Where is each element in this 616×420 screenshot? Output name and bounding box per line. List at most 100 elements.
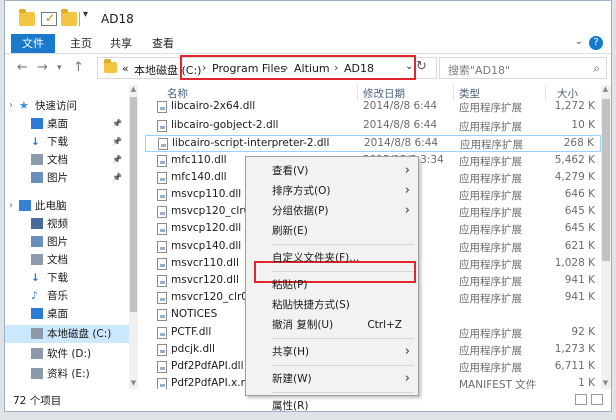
- pin-icon[interactable]: 📌: [112, 115, 122, 133]
- pin-icon[interactable]: 📌: [112, 169, 122, 187]
- file-icon: [157, 206, 167, 219]
- document-icon: [31, 154, 43, 165]
- sidebar-item-music[interactable]: ♪ 音乐: [5, 287, 129, 305]
- menu-item-7[interactable]: 粘贴(P): [248, 275, 416, 295]
- tab-share[interactable]: 共享: [101, 34, 141, 53]
- file-type: 应用程序扩展: [459, 172, 522, 185]
- menu-item-1[interactable]: 排序方式(O) ›: [248, 181, 416, 201]
- tab-home[interactable]: 主页: [61, 34, 101, 53]
- tab-file[interactable]: 文件: [11, 34, 55, 53]
- menu-item-2[interactable]: 分组依据(P) ›: [248, 201, 416, 221]
- tab-view[interactable]: 查看: [143, 34, 183, 53]
- sidebar-item-desktop[interactable]: 桌面 📌: [5, 115, 129, 133]
- sidebar-item-label: 下载: [47, 272, 68, 284]
- address-bar[interactable]: « 本地磁盘 (C:) › Program Files › Altium › A…: [97, 55, 437, 80]
- sidebar-item-picture[interactable]: 图片: [5, 233, 129, 251]
- menu-item-15[interactable]: 属性(R): [248, 396, 416, 411]
- expand-chevron-icon[interactable]: ›: [9, 97, 13, 115]
- sidebar-item-computer[interactable]: › 此电脑: [5, 197, 129, 215]
- sidebar-item-video[interactable]: 视频: [5, 215, 129, 233]
- sidebar-item-star[interactable]: › ★ 快速访问: [5, 97, 129, 115]
- menu-item-0[interactable]: 查看(V) ›: [248, 161, 416, 181]
- file-row[interactable]: libcairo-gobject-2.dll 2014/8/8 6:44 应用程序扩…: [145, 118, 601, 135]
- menu-separator: [272, 338, 414, 339]
- pin-icon[interactable]: 📌: [112, 151, 122, 169]
- scrollbar-thumb[interactable]: [602, 99, 610, 261]
- search-placeholder: 搜索"AD18": [448, 64, 511, 77]
- file-type: 应用程序扩展: [459, 258, 522, 271]
- menu-separator: [272, 365, 414, 366]
- file-name: mfc140.dll: [171, 170, 227, 183]
- file-type: 应用程序扩展: [459, 327, 522, 340]
- address-overflow[interactable]: «: [122, 62, 129, 75]
- menu-item-5[interactable]: 自定义文件夹(F)...: [248, 248, 416, 268]
- menu-item-label: 查看(V): [272, 165, 309, 177]
- forward-arrow-icon[interactable]: →: [37, 60, 48, 75]
- file-name: msvcp140.dll: [171, 239, 242, 252]
- menu-item-11[interactable]: 共享(H) ›: [248, 342, 416, 362]
- file-row[interactable]: libcairo-2x64.dll 2014/8/8 6:44 应用程序扩展 1,27…: [145, 99, 601, 116]
- navigation-bar: ← → ▾ ↑ « 本地磁盘 (C:) › Program Files › Al…: [5, 54, 611, 82]
- submenu-arrow-icon: ›: [404, 203, 410, 218]
- sidebar-item-document[interactable]: 文档: [5, 251, 129, 269]
- scroll-up-icon[interactable]: ▲: [129, 85, 138, 93]
- file-icon: [157, 275, 167, 287]
- search-icon[interactable]: ⌕: [593, 61, 600, 76]
- file-size: 941 K: [564, 274, 595, 286]
- search-box[interactable]: 搜索"AD18" ⌕: [439, 57, 607, 79]
- large-icons-view-icon[interactable]: [591, 394, 603, 405]
- sidebar-item-download[interactable]: ↓ 下载: [5, 269, 129, 287]
- menu-item-9[interactable]: 撤消 复制(U) Ctrl+Z: [248, 315, 416, 335]
- refresh-icon[interactable]: ↻: [416, 59, 427, 74]
- folder-icon: [104, 59, 117, 73]
- scroll-up-icon[interactable]: ▲: [601, 85, 610, 93]
- sidebar-item-label: 快速访问: [35, 100, 77, 112]
- quick-access-dropdown-icon[interactable]: ▾: [83, 9, 88, 20]
- file-size: 268 K: [563, 137, 594, 150]
- file-type: MANIFEST 文件: [459, 379, 537, 389]
- sidebar-item-drive[interactable]: 软件 (D:): [5, 345, 129, 363]
- recent-locations-icon[interactable]: ▾: [57, 63, 62, 73]
- file-size: 1,272 K: [554, 100, 595, 112]
- scroll-down-icon[interactable]: ▼: [601, 379, 610, 387]
- file-size: 4,279 K: [554, 170, 595, 183]
- menu-item-8[interactable]: 粘贴快捷方式(S): [248, 295, 416, 315]
- navigation-scrollbar[interactable]: ▲ ▼: [129, 85, 138, 389]
- menu-item-label: 粘贴快捷方式(S): [272, 299, 350, 311]
- menu-item-label: 粘贴(P): [272, 279, 308, 291]
- new-folder-icon[interactable]: [61, 9, 77, 26]
- sidebar-item-drive[interactable]: 资料 (E:): [5, 365, 129, 383]
- file-icon: [157, 154, 167, 167]
- pin-icon[interactable]: 📌: [112, 133, 122, 151]
- file-name: mfc110.dll: [171, 153, 227, 166]
- up-arrow-icon[interactable]: ↑: [73, 60, 84, 75]
- expand-chevron-icon[interactable]: ›: [9, 197, 13, 215]
- back-arrow-icon[interactable]: ←: [17, 60, 28, 75]
- menu-item-3[interactable]: 刷新(E): [248, 221, 416, 241]
- context-menu: 查看(V) › 排序方式(O) › 分组依据(P) › 刷新(E) 自定义文件夹(F)... 粘…: [245, 156, 419, 411]
- folder-icon: [19, 9, 35, 26]
- scrollbar-thumb[interactable]: [130, 97, 137, 312]
- sidebar-item-drive[interactable]: 本地磁盘 (C:): [5, 325, 129, 343]
- file-size: 5,462 K: [554, 153, 595, 166]
- properties-icon[interactable]: [41, 11, 57, 26]
- expand-ribbon-icon[interactable]: ⌄: [575, 36, 583, 47]
- file-list-scrollbar[interactable]: ▲ ▼: [601, 85, 611, 389]
- scroll-down-icon[interactable]: ▼: [129, 379, 138, 387]
- file-type: 应用程序扩展: [459, 102, 522, 114]
- sidebar-item-download[interactable]: ↓ 下载 📌: [5, 133, 129, 151]
- menu-item-label: 新建(W): [272, 373, 312, 385]
- help-icon[interactable]: ?: [589, 36, 603, 50]
- sidebar-item-desktop[interactable]: 桌面: [5, 305, 129, 323]
- menu-item-13[interactable]: 新建(W) ›: [248, 369, 416, 389]
- desktop-icon: [31, 308, 43, 319]
- sidebar-item-picture[interactable]: 图片 📌: [5, 169, 129, 187]
- file-size: 645 K: [564, 205, 595, 218]
- sidebar-item-label: 本地磁盘 (C:): [47, 328, 112, 340]
- details-view-icon[interactable]: [575, 394, 587, 405]
- music-icon: ♪: [31, 290, 38, 302]
- file-row[interactable]: libcairo-script-interpreter-2.dll 2014/8/…: [145, 135, 601, 153]
- menu-shortcut: Ctrl+Z: [367, 319, 402, 331]
- sidebar-item-document[interactable]: 文档 📌: [5, 151, 129, 169]
- submenu-arrow-icon: ›: [404, 344, 410, 359]
